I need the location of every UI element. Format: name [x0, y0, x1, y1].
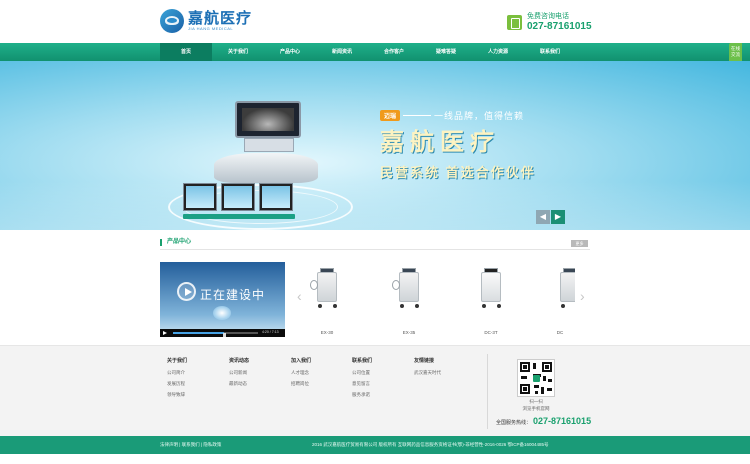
banner-bar: [183, 214, 295, 219]
footer-hotline-number: 027-87161015: [533, 416, 592, 426]
product-caption: DC: [556, 330, 564, 335]
footer-hotline-label: 全国服务热线：: [496, 420, 532, 426]
play-icon[interactable]: [177, 282, 196, 301]
footer-col-title: 联系我们: [352, 358, 373, 364]
qr-code: [517, 359, 555, 397]
product-caption: EX-35: [402, 330, 416, 335]
footer-col-title: 加入我们: [291, 358, 312, 364]
footer-link[interactable]: 公司新闻: [229, 370, 249, 376]
footer-col-contact: 联系我们 公司位置 意见留言 服务承诺: [352, 357, 372, 403]
footer-link[interactable]: 武汉嘉天时代: [414, 370, 441, 376]
product-caption: DC-3T: [484, 330, 498, 335]
site-footer: 关于我们 公司简介 发展历程 领导致辞 资讯动态 公司新闻 最新动态 加入我们 …: [0, 345, 750, 436]
play-button-icon[interactable]: [163, 331, 167, 335]
video-player[interactable]: 正在建设中 4:20 / 7:13: [160, 262, 285, 337]
logo-icon: [160, 9, 184, 33]
footer-link[interactable]: 公司位置: [352, 370, 372, 376]
ultrasound-cart-image: [466, 264, 516, 322]
anesthesia-machine-image: [302, 264, 352, 322]
banner-subtitle: 民营系统 首选合作伙伴: [380, 165, 536, 180]
nav-item-hr[interactable]: 人力资源: [472, 43, 524, 61]
nav-item-contact[interactable]: 联系我们: [524, 43, 576, 61]
display-monitor: [259, 183, 293, 211]
water-drop-image: [213, 306, 231, 320]
display-monitor: [183, 183, 217, 211]
hotline-label: 免费咨询电话: [527, 13, 569, 20]
ultrasound-base: [214, 153, 318, 183]
brand-badge: 迈瑞: [380, 109, 401, 121]
video-time: 4:20 / 7:13: [262, 330, 279, 334]
product-prev-arrow[interactable]: ‹: [297, 288, 302, 304]
ultrasound-cart-image: [545, 264, 575, 322]
banner-floor: [0, 181, 750, 230]
header-hotline: 免费咨询电话 027-87161015: [507, 13, 592, 32]
product-item[interactable]: EX-30: [302, 264, 352, 335]
product-caption: EX-30: [320, 330, 334, 335]
logo[interactable]: 嘉航医疗 JIA HANG MEDICAL: [160, 9, 252, 33]
banner-next-button[interactable]: ▶: [551, 210, 565, 224]
hero-banner: 迈瑞 一线品牌，值得信赖 嘉航医疗 民营系统 首选合作伙伴 ◀ ▶: [0, 61, 750, 230]
footer-col-friend-links: 友情链接 武汉嘉天时代: [414, 357, 441, 381]
footer-divider: [487, 354, 488, 429]
banner-tagline: 一线品牌，值得信赖: [434, 110, 525, 121]
footer-col-join: 加入我们 人才理念 招聘岗位: [291, 357, 311, 392]
video-progress-bar[interactable]: [173, 332, 258, 337]
ultrasound-screen: [242, 108, 294, 131]
footer-col-title: 关于我们: [167, 358, 188, 364]
section-title: 产品中心: [160, 239, 191, 246]
display-monitor: [221, 183, 255, 211]
video-overlay-text: 正在建设中: [200, 288, 266, 302]
video-controls: 4:20 / 7:13: [160, 329, 285, 337]
ultrasound-panel: [244, 138, 294, 152]
product-item[interactable]: EX-35: [384, 264, 434, 335]
product-item[interactable]: DC: [545, 264, 575, 335]
footer-link[interactable]: 服务承诺: [352, 392, 372, 398]
footer-col-title: 友情链接: [414, 358, 435, 364]
footer-col-news: 资讯动态 公司新闻 最新动态: [229, 357, 249, 392]
main-nav: 首页 关于我们 产品中心 新闻资讯 合作客户 疑难答疑 人力资源 联系我们: [0, 43, 750, 61]
product-section-header: 产品中心 更多: [160, 238, 590, 250]
qr-caption: 扫一扫: [529, 399, 543, 404]
banner-slogan: 迈瑞 一线品牌，值得信赖 嘉航医疗 民营系统 首选合作伙伴: [380, 109, 580, 181]
copyright: 2016 武汉嘉航医疗贸易有限公司 版权所有 互联网药品信息服务资格证书(鄂)-…: [312, 442, 549, 447]
more-button[interactable]: 更多: [571, 240, 588, 247]
footer-col-about: 关于我们 公司简介 发展历程 领导致辞: [167, 357, 187, 403]
qr-caption: 浏览手机官网: [522, 406, 550, 411]
nav-item-home[interactable]: 首页: [160, 43, 212, 61]
hotline-number: 027-87161015: [527, 21, 592, 32]
banner-title: 嘉航医疗: [380, 127, 500, 156]
footer-link[interactable]: 领导致辞: [167, 392, 187, 398]
footer-hotline: 全国服务热线： 027-87161015: [496, 416, 591, 426]
product-next-arrow[interactable]: ›: [580, 288, 585, 304]
legal-links[interactable]: 法律声明 | 联系我们 | 隐私政策: [160, 442, 221, 448]
logo-name: 嘉航医疗: [188, 9, 253, 27]
banner-prev-button[interactable]: ◀: [536, 210, 550, 224]
bottom-bar: 法律声明 | 联系我们 | 隐私政策 2016 武汉嘉航医疗贸易有限公司 版权所…: [0, 436, 750, 454]
video-progress-fill: [173, 332, 224, 334]
footer-link[interactable]: 人才理念: [291, 370, 311, 376]
nav-item-partners[interactable]: 合作客户: [368, 43, 420, 61]
footer-link[interactable]: 意见留言: [352, 381, 372, 387]
footer-link[interactable]: 发展历程: [167, 381, 187, 387]
footer-link[interactable]: 招聘岗位: [291, 381, 311, 387]
phone-icon: [507, 15, 522, 30]
ultrasound-monitor: [235, 101, 301, 138]
site-header: 嘉航医疗 JIA HANG MEDICAL 免费咨询电话 027-8716101…: [0, 0, 750, 43]
footer-col-title: 资讯动态: [229, 358, 250, 364]
nav-item-products[interactable]: 产品中心: [264, 43, 316, 61]
footer-link[interactable]: 最新动态: [229, 381, 249, 387]
footer-link[interactable]: 公司简介: [167, 370, 187, 376]
anesthesia-machine-image: [384, 264, 434, 322]
video-progress-knob[interactable]: [223, 333, 226, 337]
product-item[interactable]: DC-3T: [466, 264, 516, 335]
nav-item-news[interactable]: 新闻资讯: [316, 43, 368, 61]
nav-item-about[interactable]: 关于我们: [212, 43, 264, 61]
nav-item-faq[interactable]: 疑难答疑: [420, 43, 472, 61]
